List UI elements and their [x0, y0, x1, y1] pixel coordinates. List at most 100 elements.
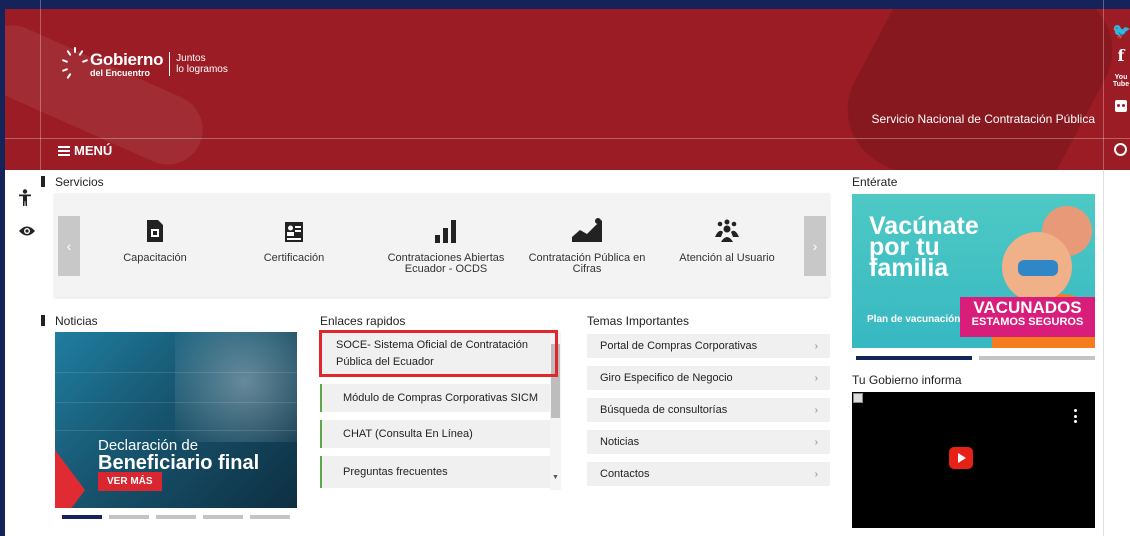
topic-label: Contactos — [600, 468, 650, 480]
video-player[interactable] — [852, 392, 1095, 528]
logo-main-text: Gobierno — [90, 49, 164, 69]
id-card-icon — [229, 213, 359, 243]
enterate-title: Entérate — [852, 175, 898, 189]
quick-links-title: Enlaces rapidos — [320, 314, 406, 328]
service-item-ocds[interactable]: Contrataciones Abiertas Ecuador - OCDS — [376, 213, 516, 275]
pagination-dot[interactable] — [156, 515, 196, 519]
news-pagination — [62, 515, 290, 519]
topic-label: Búsqueda de consultorías — [600, 404, 728, 416]
pagination-dot[interactable] — [203, 515, 243, 519]
quick-link-sicm[interactable]: Módulo de Compras Corporativas SICM — [320, 384, 550, 412]
banner-badge: VACUNADOS ESTAMOS SEGUROS — [960, 297, 1095, 337]
line-chart-icon — [522, 213, 652, 243]
quick-link-label: CHAT (Consulta En Línea) — [343, 428, 473, 440]
slide-decoration — [55, 372, 297, 373]
hamburger-icon — [58, 145, 70, 156]
service-item-cifras[interactable]: Contratación Pública en Cifras — [522, 213, 652, 275]
youtube-icon[interactable]: You Tube — [1112, 74, 1130, 88]
menu-button[interactable]: MENÚ — [58, 143, 112, 158]
service-item-atencion[interactable]: Atención al Usuario — [662, 213, 792, 264]
banner-line: familia — [869, 254, 949, 282]
service-label: Capacitación — [123, 252, 187, 264]
chevron-right-icon: › — [814, 436, 818, 448]
quick-link-chat[interactable]: CHAT (Consulta En Línea) — [320, 420, 550, 448]
logo-slogan-line1: Juntos — [176, 53, 206, 64]
topic-item-compras[interactable]: Portal de Compras Corporativas › — [587, 334, 830, 358]
carousel-prev-button[interactable]: ‹ — [58, 216, 80, 276]
play-button-icon[interactable] — [949, 447, 973, 469]
service-item-capacitacion[interactable]: Capacitación — [90, 213, 220, 264]
service-label: Contratación Pública en Cifras — [528, 252, 646, 275]
divider — [0, 138, 1130, 139]
divider — [1103, 0, 1104, 170]
logo-separator — [169, 52, 171, 76]
pagination-dot[interactable] — [979, 356, 1095, 360]
topic-item-giro[interactable]: Giro Especifico de Negocio › — [587, 366, 830, 390]
vaccination-banner[interactable]: Vacúnate por tu familia VACUNADOS ESTAMO… — [852, 194, 1095, 348]
topic-label: Portal de Compras Corporativas — [600, 340, 758, 352]
document-certificate-icon — [90, 213, 220, 243]
services-carousel: ‹ › Capacitación Certificación Contratac… — [54, 193, 830, 297]
service-item-certificacion[interactable]: Certificación — [229, 213, 359, 264]
logo-slogan-line2: lo logramos — [176, 64, 228, 75]
banner-illustration — [1018, 260, 1058, 276]
users-icon — [662, 213, 792, 243]
facebook-icon[interactable]: f — [1112, 46, 1130, 65]
twitter-icon[interactable]: 🐦 — [1112, 22, 1130, 40]
logo-sub-text: del Encuentro — [90, 67, 151, 78]
search-icon[interactable] — [1114, 143, 1127, 156]
services-title: Servicios — [41, 175, 104, 189]
slide-decoration — [55, 430, 297, 431]
pagination-dot[interactable] — [109, 515, 149, 519]
topics-title: Temas Importantes — [587, 314, 690, 328]
news-slide[interactable]: Declaración de Beneficiario final VER MÁ… — [55, 332, 297, 508]
window-edge — [0, 0, 1130, 9]
carousel-next-button[interactable]: › — [804, 216, 826, 276]
banner-headline: Vacúnate por tu familia — [869, 214, 979, 282]
topic-item-noticias[interactable]: Noticias › — [587, 430, 830, 454]
page: Gobierno del Encuentro Juntos lo logramo… — [0, 0, 1130, 536]
slide-decoration — [175, 332, 297, 442]
pagination-dot[interactable] — [250, 515, 290, 519]
eye-icon[interactable] — [18, 222, 36, 243]
broken-image-icon — [853, 393, 863, 403]
flickr-icon[interactable] — [1112, 100, 1130, 112]
menu-label: MENÚ — [74, 143, 113, 158]
site-header: Gobierno del Encuentro Juntos lo logramo… — [0, 0, 1130, 170]
chevron-right-icon: › — [814, 468, 818, 480]
chevron-right-icon: › — [814, 372, 818, 384]
service-label: Certificación — [263, 252, 325, 264]
scroll-down-icon[interactable]: ▼ — [551, 474, 560, 481]
site-title: Servicio Nacional de Contratación Públic… — [871, 112, 1095, 126]
topic-item-consultorias[interactable]: Búsqueda de consultorías › — [587, 398, 830, 422]
quick-link-label: Preguntas frecuentes — [343, 466, 448, 478]
see-more-button[interactable]: VER MÁS — [98, 472, 162, 491]
service-label: Contrataciones Abiertas Ecuador - OCDS — [387, 252, 505, 275]
pagination-dot[interactable] — [62, 515, 102, 519]
info-title: Tu Gobierno informa — [852, 373, 962, 387]
slide-decoration — [55, 450, 85, 508]
quick-link-label: Módulo de Compras Corporativas SICM — [343, 392, 539, 404]
accessibility-icon[interactable] — [18, 189, 32, 212]
pagination-dot[interactable] — [856, 356, 972, 360]
topic-label: Noticias — [600, 436, 640, 448]
quick-link-faq[interactable]: Preguntas frecuentes — [320, 456, 550, 488]
bar-chart-icon — [376, 213, 516, 243]
chevron-right-icon: › — [814, 404, 818, 416]
gobierno-logo[interactable]: Gobierno del Encuentro Juntos lo logramo… — [61, 47, 228, 81]
topic-item-contactos[interactable]: Contactos › — [587, 462, 830, 486]
divider — [1103, 170, 1104, 536]
highlight-box — [319, 330, 558, 377]
service-label: Atención al Usuario — [679, 252, 775, 264]
badge-line: ESTAMOS SEGUROS — [971, 316, 1084, 328]
logo-burst-icon — [61, 47, 89, 81]
chevron-right-icon: › — [814, 340, 818, 352]
slide-decoration — [55, 402, 297, 403]
plan-logo: Plan de vacunación — [867, 314, 961, 325]
divider — [40, 0, 41, 170]
enterate-pagination — [856, 356, 1095, 360]
more-options-icon[interactable] — [1074, 409, 1077, 423]
topic-label: Giro Especifico de Negocio — [600, 372, 733, 384]
news-title: Noticias — [41, 314, 98, 328]
header-decoration — [826, 0, 1130, 170]
